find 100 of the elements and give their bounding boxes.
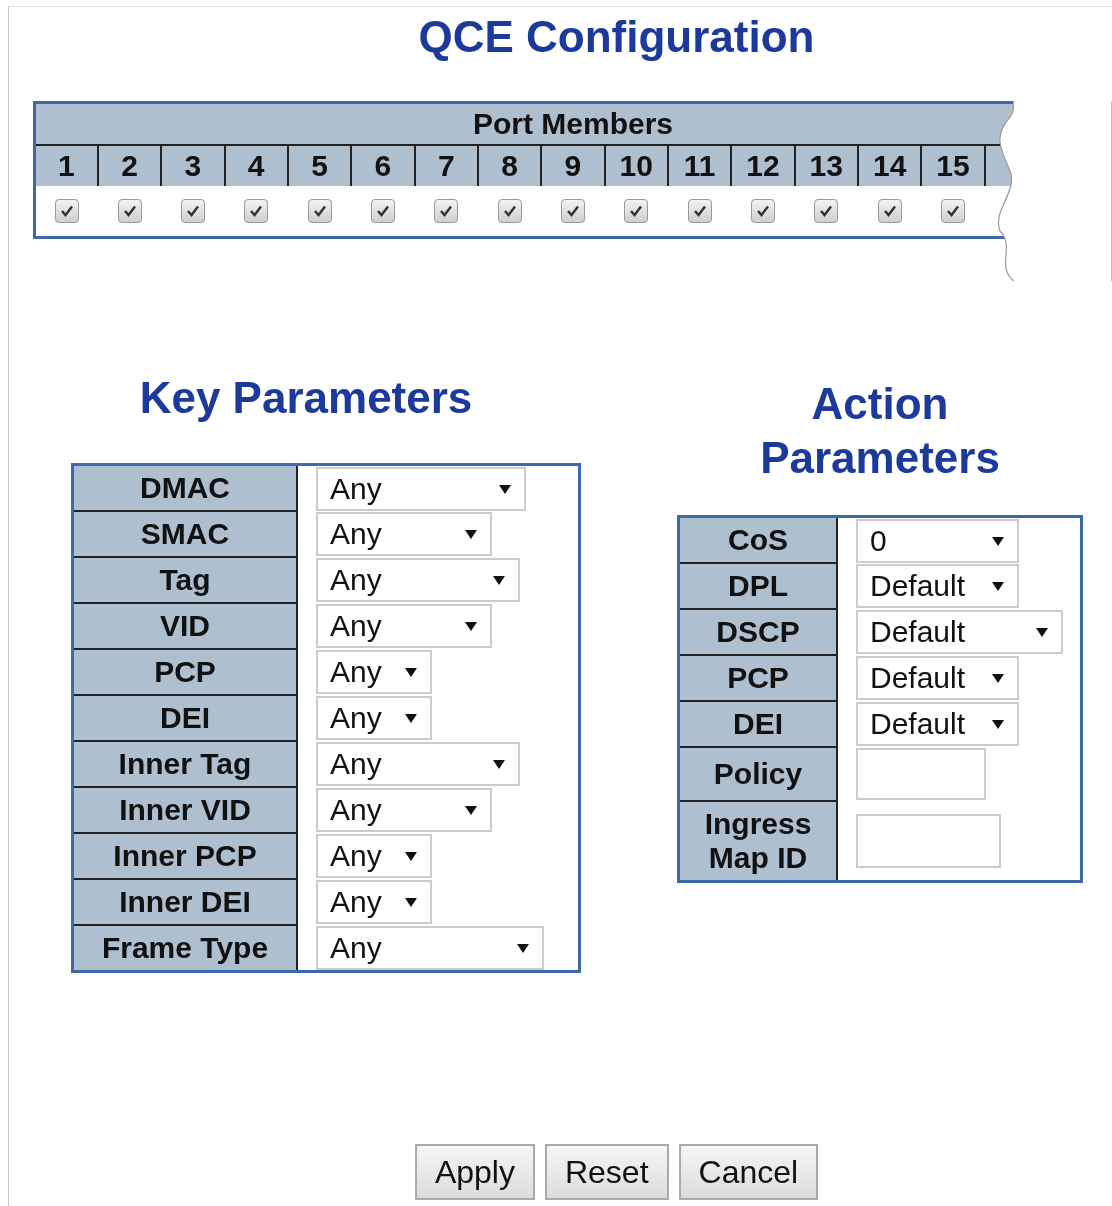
- dropdown[interactable]: Any: [316, 604, 492, 648]
- port-number-header: 5: [287, 145, 352, 186]
- check-icon: [312, 204, 327, 218]
- parameter-label: Frame Type: [72, 925, 297, 972]
- caret-icon: [991, 717, 1005, 731]
- checkbox[interactable]: [307, 199, 332, 223]
- dropdown[interactable]: 0: [856, 518, 1019, 563]
- caret-icon: [1035, 625, 1049, 639]
- port-number-header: 1: [34, 145, 98, 186]
- checkbox[interactable]: [560, 199, 585, 223]
- check-icon: [882, 204, 897, 218]
- dropdown[interactable]: Default: [856, 610, 1063, 654]
- parameter-label: DMAC: [72, 464, 297, 511]
- port-number-header: 3: [161, 145, 225, 186]
- port-number-header: 15: [921, 145, 985, 186]
- checkbox[interactable]: [117, 199, 142, 223]
- checkbox[interactable]: [624, 199, 649, 223]
- check-icon: [946, 204, 960, 218]
- check-icon: [59, 204, 74, 218]
- parameter-label: Inner VID: [72, 787, 297, 833]
- caret-icon: [492, 757, 506, 771]
- caret-icon: [464, 803, 478, 817]
- check-icon: [755, 204, 770, 218]
- check-icon: [122, 204, 137, 218]
- checkbox[interactable]: [434, 199, 459, 223]
- input-field[interactable]: [856, 813, 1001, 868]
- check-icon: [375, 204, 390, 218]
- action-button[interactable]: Reset: [544, 1144, 669, 1200]
- check-icon: [819, 204, 834, 218]
- parameter-label: DSCP: [678, 609, 837, 655]
- parameter-label: Inner DEI: [72, 879, 297, 925]
- check-icon: [439, 204, 454, 218]
- parameter-label: VID: [72, 603, 297, 649]
- port-number-header: 11: [667, 145, 732, 186]
- port-number-header: 8: [477, 145, 542, 186]
- dropdown[interactable]: Any: [316, 696, 432, 740]
- check-icon: [185, 204, 200, 218]
- port-number-header: 14: [857, 145, 922, 186]
- dropdown[interactable]: Default: [856, 702, 1019, 746]
- dropdown[interactable]: Any: [316, 742, 520, 786]
- caret-icon: [404, 711, 418, 725]
- checkbox[interactable]: [814, 199, 839, 223]
- dropdown[interactable]: Any: [316, 925, 544, 970]
- parameter-label: Inner PCP: [72, 833, 297, 879]
- page-title: QCE Configuration: [417, 11, 816, 63]
- parameter-label: SMAC: [72, 511, 297, 557]
- input-field[interactable]: [856, 748, 986, 800]
- caret-icon: [464, 619, 478, 633]
- checkbox[interactable]: [370, 199, 395, 223]
- caret-icon: [404, 665, 418, 679]
- parameter-label: Tag: [72, 557, 297, 603]
- action-button[interactable]: Cancel: [678, 1144, 819, 1200]
- parameter-label: Policy: [678, 747, 837, 801]
- caret-icon: [404, 849, 418, 863]
- checkbox[interactable]: [877, 199, 902, 223]
- check-icon: [249, 204, 264, 218]
- dropdown[interactable]: Any: [316, 834, 432, 878]
- checkbox[interactable]: [54, 199, 79, 223]
- action-button[interactable]: Apply: [414, 1144, 535, 1200]
- parameter-label: DPL: [678, 563, 837, 609]
- parameter-label: Ingress Map ID: [678, 801, 837, 882]
- dropdown[interactable]: Default: [856, 656, 1019, 700]
- parameter-label: Inner Tag: [72, 741, 297, 787]
- caret-icon: [991, 579, 1005, 593]
- port-number-header: 13: [794, 145, 858, 186]
- caret-icon: [492, 573, 506, 587]
- section-heading: Key Parameters: [138, 372, 474, 424]
- port-number-header: 10: [604, 145, 668, 186]
- port-number-header: 6: [351, 145, 415, 186]
- check-icon: [692, 204, 707, 218]
- dropdown[interactable]: Default: [856, 564, 1019, 608]
- checkbox[interactable]: [750, 199, 775, 223]
- parameter-label: DEI: [678, 701, 837, 747]
- dropdown[interactable]: Any: [316, 650, 432, 694]
- checkbox[interactable]: [244, 199, 269, 223]
- checkbox[interactable]: [497, 199, 522, 223]
- checkbox[interactable]: [687, 199, 712, 223]
- dropdown[interactable]: Any: [316, 466, 526, 511]
- dropdown[interactable]: Any: [316, 558, 520, 602]
- dropdown[interactable]: Any: [316, 512, 492, 556]
- port-number-header: 9: [541, 145, 605, 186]
- checkbox[interactable]: [941, 199, 965, 223]
- dropdown[interactable]: Any: [316, 788, 492, 832]
- checkbox[interactable]: [180, 199, 205, 223]
- check-icon: [629, 204, 644, 218]
- port-number-header: 12: [731, 145, 795, 186]
- port-number-header: 7: [414, 145, 478, 186]
- caret-icon: [464, 527, 478, 541]
- parameter-label: PCP: [678, 655, 837, 701]
- check-icon: [565, 204, 580, 218]
- port-number-header: 2: [97, 145, 162, 186]
- caret-icon: [991, 671, 1005, 685]
- port-number-header: 4: [224, 145, 288, 186]
- parameter-label: CoS: [678, 516, 837, 563]
- section-heading: Action Parameters: [759, 378, 1001, 484]
- parameter-label: DEI: [72, 695, 297, 741]
- parameter-label: PCP: [72, 649, 297, 695]
- caret-icon: [404, 895, 418, 909]
- dropdown[interactable]: Any: [316, 880, 432, 924]
- check-icon: [502, 204, 517, 218]
